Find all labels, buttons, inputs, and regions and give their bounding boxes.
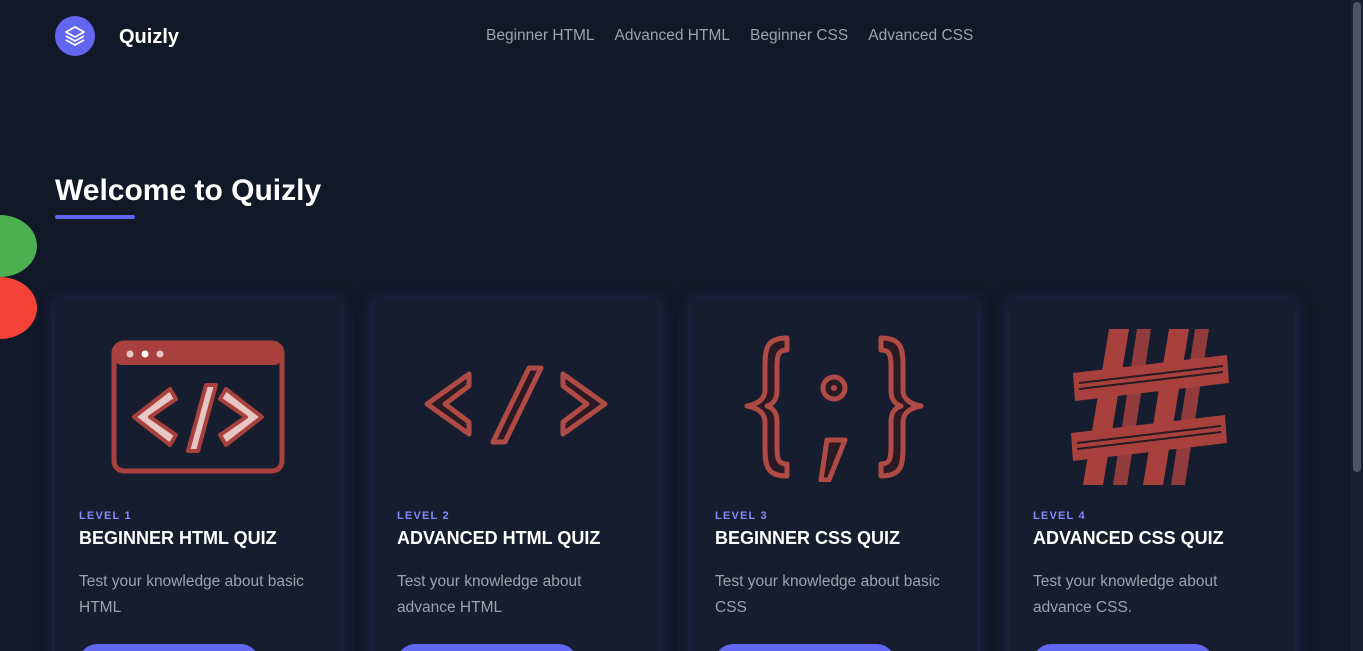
quiz-card-advanced-html[interactable]: LEVEL 2 ADVANCED HTML QUIZ Test your kno… [373, 299, 659, 651]
layers-icon[interactable] [55, 16, 95, 56]
card-description: Test your knowledge about advance HTML [397, 573, 582, 616]
page-title: Welcome to Quizly [55, 174, 322, 207]
card-description: Test your knowledge about basic HTML [79, 573, 304, 616]
card-title: BEGINNER CSS QUIZ [715, 528, 901, 548]
card-title: ADVANCED CSS QUIZ [1033, 528, 1224, 548]
start-quiz-button[interactable] [79, 644, 259, 651]
nav-link-advanced-html[interactable]: Advanced HTML [615, 27, 730, 45]
card-title: ADVANCED HTML QUIZ [397, 528, 601, 548]
quiz-card-beginner-css[interactable]: LEVEL 3 BEGINNER CSS QUIZ Test your know… [691, 299, 977, 651]
card-level: LEVEL 2 [397, 510, 450, 522]
code-tag-icon [373, 317, 659, 497]
header: Quizly Beginner HTML Advanced HTML Begin… [0, 0, 1350, 74]
nav-link-beginner-html[interactable]: Beginner HTML [486, 27, 595, 45]
quiz-card-advanced-css[interactable]: LEVEL 4 ADVANCED CSS QUIZ Test your know… [1009, 299, 1295, 651]
page-scrollbar[interactable] [1350, 0, 1363, 651]
browser-code-icon [55, 317, 341, 497]
main-nav: Beginner HTML Advanced HTML Beginner CSS… [486, 27, 973, 45]
scrollbar-thumb[interactable] [1353, 2, 1361, 472]
brand-name[interactable]: Quizly [119, 26, 179, 49]
card-level: LEVEL 3 [715, 510, 768, 522]
red-circle-decoration [0, 277, 37, 339]
start-quiz-button[interactable] [715, 644, 895, 651]
start-quiz-button[interactable] [397, 644, 577, 651]
green-circle-decoration [0, 215, 37, 277]
nav-link-advanced-css[interactable]: Advanced CSS [868, 27, 973, 45]
card-description: Test your knowledge about advance CSS. [1033, 573, 1218, 616]
title-underline [55, 215, 135, 219]
card-level: LEVEL 1 [79, 510, 132, 522]
card-level: LEVEL 4 [1033, 510, 1086, 522]
card-description: Test your knowledge about basic CSS [715, 573, 940, 616]
nav-link-beginner-css[interactable]: Beginner CSS [750, 27, 848, 45]
curly-braces-icon [691, 317, 977, 497]
card-title: BEGINNER HTML QUIZ [79, 528, 277, 548]
hashtag-icon [1009, 317, 1295, 497]
start-quiz-button[interactable] [1033, 644, 1213, 651]
quiz-card-beginner-html[interactable]: LEVEL 1 BEGINNER HTML QUIZ Test your kno… [55, 299, 341, 651]
page: Quizly Beginner HTML Advanced HTML Begin… [0, 0, 1363, 651]
